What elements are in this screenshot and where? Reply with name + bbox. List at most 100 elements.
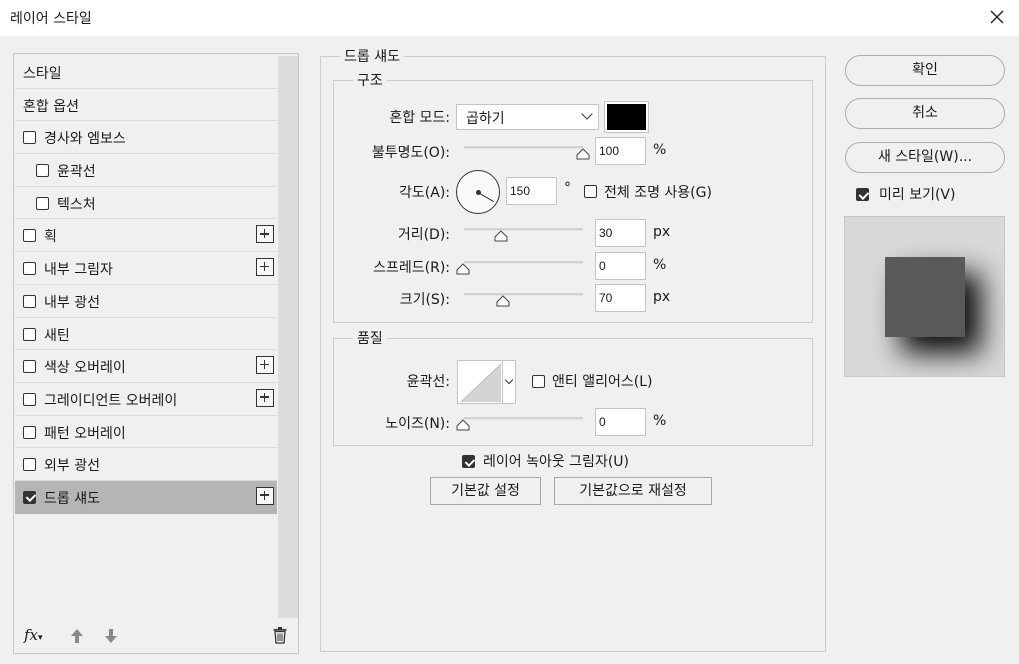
- style-item-label: 윤곽선: [57, 164, 96, 181]
- make-default-button[interactable]: 기본값 설정: [430, 477, 541, 505]
- distance-label: 거리(D):: [397, 227, 450, 243]
- blend-mode-value: 곱하기: [466, 111, 505, 127]
- size-input[interactable]: 70: [595, 284, 646, 312]
- style-list-panel: 스타일혼합 옵션경사와 엠보스윤곽선텍스처 획내부 그림자내부 광선새틴색상 오버…: [13, 53, 299, 654]
- style-list-item[interactable]: 새틴: [15, 318, 277, 351]
- style-item-label: 혼합 옵션: [23, 98, 79, 115]
- style-item-checkbox[interactable]: [36, 164, 49, 178]
- add-effect-plus-icon[interactable]: [256, 486, 274, 505]
- shadow-color-fill: [607, 104, 646, 130]
- global-light-checkbox[interactable]: [584, 185, 597, 198]
- angle-dial[interactable]: [456, 170, 500, 214]
- size-label: 크기(S):: [399, 292, 450, 308]
- style-list-item[interactable]: 그레이디언트 오버레이: [15, 383, 277, 416]
- contour-label: 윤곽선:: [406, 374, 450, 390]
- spread-slider[interactable]: [464, 261, 583, 264]
- opacity-label: 불투명도(O):: [371, 145, 450, 161]
- spread-slider-thumb[interactable]: [456, 263, 470, 275]
- contour-picker[interactable]: [457, 360, 516, 404]
- style-list-item[interactable]: 혼합 옵션: [15, 89, 277, 122]
- style-list: 스타일혼합 옵션경사와 엠보스윤곽선텍스처 획내부 그림자내부 광선새틴색상 오버…: [15, 56, 277, 514]
- noise-slider[interactable]: [464, 417, 583, 420]
- style-item-checkbox[interactable]: [23, 294, 36, 308]
- knockout-checkbox[interactable]: [462, 455, 475, 468]
- style-list-item[interactable]: 내부 광선: [15, 285, 277, 318]
- spread-input[interactable]: 0: [595, 252, 646, 280]
- style-list-item[interactable]: 외부 광선: [15, 448, 277, 481]
- style-list-scrollbar[interactable]: [278, 56, 298, 618]
- shadow-color-swatch[interactable]: [604, 101, 649, 133]
- move-up-icon[interactable]: [70, 628, 84, 644]
- opacity-slider-thumb[interactable]: [576, 148, 590, 160]
- drop-shadow-title: 드롭 섀도: [340, 46, 404, 66]
- cancel-button[interactable]: 취소: [845, 98, 1005, 129]
- style-item-checkbox[interactable]: [23, 458, 36, 472]
- blend-mode-select[interactable]: 곱하기: [456, 104, 599, 130]
- size-slider[interactable]: [464, 293, 583, 296]
- style-item-label: 그레이디언트 오버레이: [44, 392, 178, 409]
- angle-unit: °: [564, 180, 571, 196]
- style-item-checkbox[interactable]: [23, 262, 36, 276]
- opacity-slider[interactable]: [464, 146, 583, 149]
- style-item-checkbox[interactable]: [23, 229, 36, 243]
- style-list-item[interactable]: 색상 오버레이: [15, 350, 277, 383]
- style-list-item[interactable]: 텍스처: [15, 187, 277, 220]
- spread-unit: %: [653, 257, 667, 273]
- add-effect-plus-icon[interactable]: [256, 388, 274, 407]
- structure-title: 구조: [353, 70, 387, 90]
- style-item-checkbox[interactable]: [23, 425, 36, 439]
- style-item-checkbox[interactable]: [23, 360, 36, 374]
- distance-input[interactable]: 30: [595, 219, 646, 247]
- style-item-label: 내부 그림자: [44, 262, 113, 279]
- style-item-label: 내부 광선: [44, 294, 100, 311]
- style-list-footer: fx▾: [22, 624, 292, 648]
- new-style-button[interactable]: 새 스타일(W)...: [845, 142, 1005, 173]
- preview-square: [885, 257, 965, 337]
- contour-curve-icon: [460, 363, 502, 403]
- style-item-checkbox[interactable]: [36, 196, 49, 210]
- fx-icon[interactable]: fx▾: [24, 626, 43, 644]
- preview-checkbox[interactable]: [856, 188, 869, 201]
- noise-slider-thumb[interactable]: [456, 419, 470, 431]
- fx-label: fx: [24, 626, 39, 644]
- style-list-item[interactable]: 스타일: [15, 56, 277, 89]
- angle-dial-center: [476, 190, 481, 195]
- move-down-icon[interactable]: [104, 628, 118, 644]
- style-item-label: 패턴 오버레이: [44, 425, 126, 442]
- style-item-checkbox[interactable]: [23, 327, 36, 341]
- opacity-input[interactable]: 100: [595, 137, 646, 165]
- style-item-checkbox[interactable]: [23, 131, 36, 145]
- add-effect-plus-icon[interactable]: [256, 356, 274, 375]
- noise-input[interactable]: 0: [595, 408, 646, 436]
- style-list-item[interactable]: 드롭 섀도: [15, 480, 277, 514]
- contour-dropdown[interactable]: [502, 361, 516, 403]
- style-item-checkbox[interactable]: [23, 392, 36, 406]
- style-list-item[interactable]: 내부 그림자: [15, 252, 277, 285]
- anti-alias-checkbox[interactable]: [532, 375, 545, 388]
- preview-label: 미리 보기(V): [879, 187, 956, 203]
- distance-slider-thumb[interactable]: [494, 230, 508, 242]
- angle-input[interactable]: 150: [506, 177, 557, 205]
- style-list-item[interactable]: 패턴 오버레이: [15, 416, 277, 449]
- distance-unit: px: [653, 224, 671, 240]
- close-icon[interactable]: [986, 6, 1008, 28]
- reset-default-button[interactable]: 기본값으로 재설정: [554, 477, 712, 505]
- angle-label: 각도(A):: [399, 185, 450, 201]
- global-light-label: 전체 조명 사용(G): [604, 185, 712, 201]
- distance-slider[interactable]: [464, 228, 583, 231]
- style-list-item[interactable]: 경사와 엠보스: [15, 121, 277, 155]
- trash-icon[interactable]: [273, 627, 287, 644]
- blend-mode-label: 혼합 모드:: [389, 110, 450, 126]
- ok-button[interactable]: 확인: [845, 55, 1005, 86]
- style-item-label: 획: [44, 229, 57, 246]
- style-item-label: 텍스처: [57, 196, 96, 213]
- style-list-item[interactable]: 윤곽선: [15, 154, 277, 187]
- style-item-label: 색상 오버레이: [44, 360, 126, 377]
- add-effect-plus-icon[interactable]: [256, 258, 274, 277]
- add-effect-plus-icon[interactable]: [256, 225, 274, 244]
- style-item-checkbox[interactable]: [23, 490, 36, 504]
- noise-unit: %: [653, 413, 667, 429]
- size-slider-thumb[interactable]: [496, 295, 510, 307]
- style-list-item[interactable]: 획: [15, 219, 277, 253]
- style-item-label: 외부 광선: [44, 458, 100, 475]
